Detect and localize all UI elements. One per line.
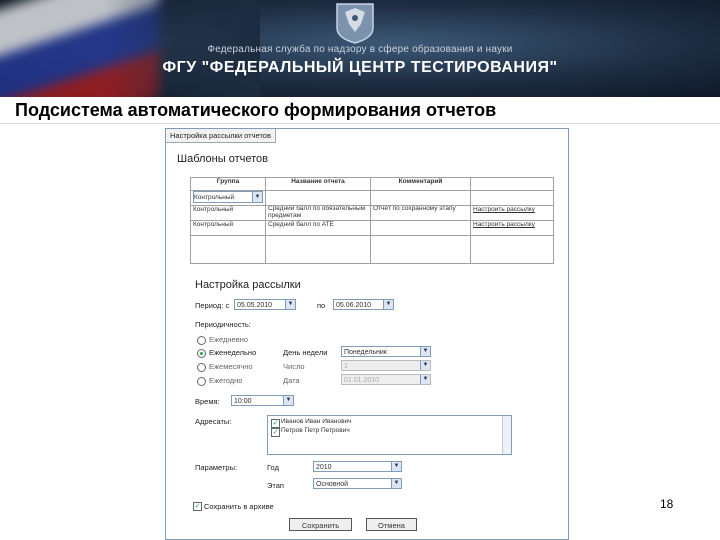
time-label: Время: — [195, 397, 220, 406]
year-label: Год — [267, 463, 279, 472]
period-to-label: по — [317, 301, 326, 310]
radio-monthly[interactable] — [197, 363, 206, 372]
table-row — [190, 235, 554, 264]
title-divider — [0, 123, 720, 124]
chevron-down-icon[interactable]: ▼ — [420, 361, 430, 370]
weekday-label: День недели — [283, 348, 328, 357]
slide-title: Подсистема автоматического формирования … — [15, 100, 497, 120]
radio-weekly[interactable] — [197, 349, 206, 358]
chevron-down-icon[interactable]: ▼ — [391, 462, 401, 471]
period-from-field[interactable]: 05.05.2010 ▼ — [234, 299, 296, 310]
checkmark-icon[interactable]: ✓ — [271, 419, 280, 428]
number-label: Число — [283, 362, 305, 371]
chevron-down-icon[interactable]: ▼ — [252, 192, 262, 202]
archive-label: Сохранить в архиве — [204, 502, 274, 511]
column-header[interactable]: Группа — [190, 177, 266, 191]
templates-heading: Шаблоны отчетов — [177, 153, 268, 165]
chevron-down-icon[interactable]: ▼ — [283, 396, 293, 405]
date-dropdown[interactable]: 01.01.2010 ▼ — [341, 374, 431, 385]
radio-weekly-label: Еженедельно — [209, 348, 257, 357]
column-header[interactable]: Комментарий — [370, 177, 471, 191]
chevron-down-icon[interactable]: ▼ — [420, 375, 430, 384]
period-to-field[interactable]: 05.06.2010 ▼ — [333, 299, 394, 310]
state-emblem-icon — [336, 3, 374, 44]
list-item[interactable]: Иванов Иван Иванович — [281, 418, 352, 425]
group-dropdown[interactable]: Контрольный ▼ — [193, 191, 263, 203]
mailing-heading: Настройка рассылки — [195, 279, 301, 291]
report-name-cell: Средний балл по АТЕ — [265, 220, 371, 236]
weekday-dropdown[interactable]: Понедельник ▼ — [341, 346, 431, 357]
recipients-list[interactable]: ✓ Иванов Иван Иванович ✓ Петров Петр Пет… — [267, 415, 512, 455]
year-dropdown[interactable]: 2010 ▼ — [313, 461, 402, 472]
group-cell: Контрольный — [190, 205, 266, 221]
mailing-settings-dialog: Настройка рассылки отчетов Шаблоны отчет… — [165, 128, 569, 540]
period-label: Период: с — [195, 301, 230, 310]
page-number: 18 — [660, 497, 674, 511]
checkmark-icon[interactable]: ✓ — [271, 428, 280, 437]
params-label: Параметры: — [195, 463, 238, 472]
save-button[interactable]: Сохранить — [289, 518, 352, 531]
header-banner: Федеральная служба по надзору в сфере об… — [0, 0, 720, 97]
radio-yearly[interactable] — [197, 377, 206, 386]
number-dropdown[interactable]: 1 ▼ — [341, 360, 431, 371]
radio-daily-label: Ежедневно — [209, 335, 249, 344]
radio-daily[interactable] — [197, 336, 206, 345]
list-item[interactable]: Петров Петр Петрович — [281, 427, 350, 434]
cancel-button[interactable]: Отмена — [366, 518, 417, 531]
comment-cell — [370, 220, 471, 236]
recipients-scrollbar[interactable] — [502, 416, 511, 454]
templates-table: Группа Название отчета Комментарий Контр… — [190, 177, 554, 264]
comment-cell: Отчет по сохранному этапу — [370, 205, 471, 221]
chevron-down-icon[interactable]: ▼ — [383, 300, 393, 309]
chevron-down-icon[interactable]: ▼ — [391, 479, 401, 488]
stage-label: Этап — [267, 481, 284, 490]
column-header — [470, 177, 554, 191]
report-name-cell: Средний балл по обязательным предметам — [265, 205, 371, 221]
table-row[interactable]: Контрольный Средний балл по АТЕ Настроит… — [190, 220, 554, 236]
org-subtitle: Федеральная служба по надзору в сфере об… — [207, 44, 513, 55]
table-row[interactable]: Контрольный ▼ — [190, 190, 554, 206]
date-label: Дата — [283, 376, 300, 385]
org-title: ФГУ "ФЕДЕРАЛЬНЫЙ ЦЕНТР ТЕСТИРОВАНИЯ" — [162, 59, 558, 76]
tab-mailing-settings[interactable]: Настройка рассылки отчетов — [166, 129, 276, 143]
chevron-down-icon[interactable]: ▼ — [285, 300, 295, 309]
radio-yearly-label: Ежегодно — [209, 376, 243, 385]
frequency-label: Периодичность: — [195, 320, 251, 329]
recipients-label: Адресаты: — [195, 417, 232, 426]
time-dropdown[interactable]: 10:00 ▼ — [231, 395, 294, 406]
configure-mailing-link[interactable]: Настроить рассылку — [473, 222, 535, 229]
configure-mailing-link[interactable]: Настроить рассылку — [473, 207, 535, 214]
column-header[interactable]: Название отчета — [265, 177, 371, 191]
group-cell: Контрольный — [190, 220, 266, 236]
chevron-down-icon[interactable]: ▼ — [420, 347, 430, 356]
stage-dropdown[interactable]: Основной ▼ — [313, 478, 402, 489]
archive-checkbox[interactable]: ✓ — [193, 502, 202, 511]
radio-monthly-label: Ежемесячно — [209, 362, 253, 371]
table-row[interactable]: Контрольный Средний балл по обязательным… — [190, 205, 554, 221]
